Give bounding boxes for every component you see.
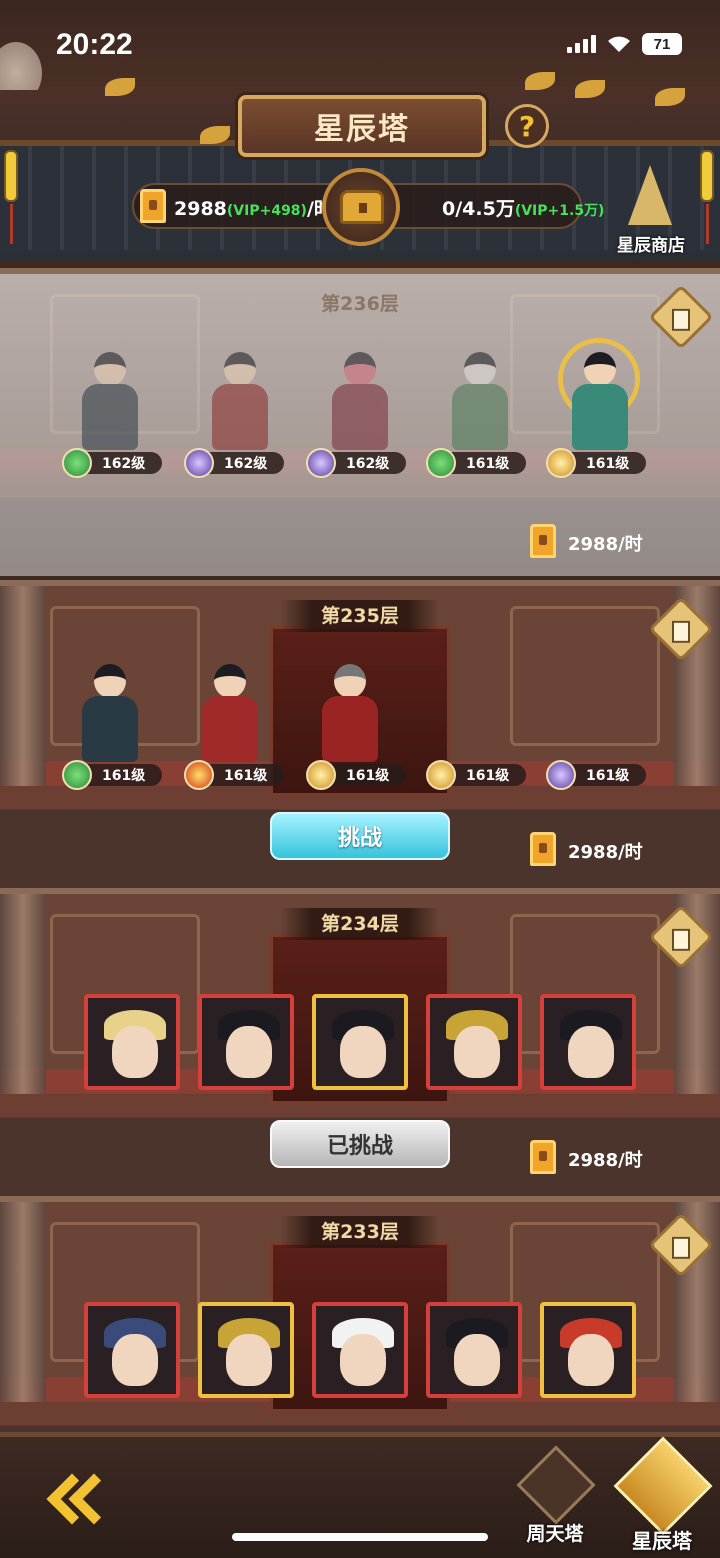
- hero-portrait[interactable]: [198, 1302, 294, 1398]
- hero-portrait[interactable]: [426, 1302, 522, 1398]
- floor-reward-rate: 2988/时: [568, 842, 643, 863]
- pagoda-icon: [628, 165, 672, 225]
- floor-reward: 2988/时: [528, 830, 708, 868]
- hero-portrait[interactable]: [540, 994, 636, 1090]
- hero-portrait[interactable]: [312, 1302, 408, 1398]
- hero-portrait[interactable]: [198, 994, 294, 1090]
- hero-level: 161级: [586, 768, 630, 784]
- challenged-button[interactable]: 已挑战: [270, 1120, 450, 1168]
- enemy-hero[interactable]: [430, 344, 526, 464]
- tab-xingchen-label: 星辰塔: [632, 1529, 692, 1553]
- income-value: 2988: [174, 198, 227, 220]
- challenge-button[interactable]: 挑战: [270, 812, 450, 860]
- zhoutian-tower-icon: [516, 1445, 596, 1525]
- lantern-icon: [700, 150, 714, 244]
- hero-portrait[interactable]: [540, 1302, 636, 1398]
- hero-level: 161级: [102, 768, 146, 784]
- enemy-hero[interactable]: [550, 338, 646, 464]
- hero-level-row: 162级 162级 162级 161级 161级: [62, 448, 662, 478]
- floor-reward-rate: 2988/时: [568, 1150, 643, 1171]
- star-token-icon: [530, 1140, 556, 1174]
- pillar: [0, 894, 46, 1094]
- reward-chest-button[interactable]: [322, 168, 400, 246]
- faction-fire-icon: [184, 760, 214, 790]
- faction-moon-icon: [184, 448, 214, 478]
- floor-reward: 2988/时: [528, 522, 708, 560]
- hero-level: 162级: [102, 456, 146, 472]
- page-title-plaque: 星辰塔: [238, 95, 486, 157]
- faction-sun-icon: [306, 760, 336, 790]
- tab-xingchen-tower[interactable]: 星辰塔: [612, 1436, 713, 1558]
- home-indicator[interactable]: [232, 1533, 488, 1541]
- floor-card[interactable]: 第236层 162级 162级 162级 161级 161级 2988/时: [0, 268, 720, 576]
- floor-reward-rate: 2988/时: [568, 534, 643, 555]
- floor-label: 第236层: [321, 293, 399, 315]
- faction-sun-icon: [426, 760, 456, 790]
- hero-level: 161级: [466, 456, 510, 472]
- income-rate: 2988(VIP+498)/时: [174, 194, 333, 221]
- hero-level: 161级: [466, 768, 510, 784]
- wifi-icon: [608, 36, 630, 52]
- tab-zhoutian-tower[interactable]: 周天塔: [510, 1445, 600, 1551]
- lantern-icon: [4, 150, 18, 244]
- storage-vip-bonus: (VIP+1.5万): [514, 203, 605, 219]
- help-button[interactable]: ?: [505, 104, 549, 148]
- faction-moon-icon: [546, 760, 576, 790]
- hero-portrait[interactable]: [426, 994, 522, 1090]
- hero-level: 161级: [586, 456, 630, 472]
- hero-level-row: 161级 161级 161级 161级 161级: [62, 760, 662, 790]
- hero-portrait[interactable]: [312, 994, 408, 1090]
- floor-reward: 2988/时: [528, 1138, 708, 1176]
- hero-level: 161级: [346, 768, 390, 784]
- hero-portrait[interactable]: [84, 1302, 180, 1398]
- hero-level: 161级: [224, 768, 268, 784]
- faction-nature-icon: [62, 448, 92, 478]
- page-title: 星辰塔: [314, 112, 410, 147]
- hero-portrait-row: [84, 1302, 644, 1398]
- faction-nature-icon: [62, 760, 92, 790]
- enemy-hero[interactable]: [310, 344, 406, 464]
- storage-value: 0/4.5万: [442, 198, 515, 220]
- star-shop-label: 星辰商店: [617, 236, 685, 256]
- enemy-hero[interactable]: [180, 656, 276, 776]
- bottom-navigation: 周天塔 星辰塔: [0, 1432, 720, 1558]
- treasure-chest-icon: [340, 190, 384, 224]
- floor-label: 第234层: [280, 908, 440, 940]
- enemy-hero[interactable]: [300, 656, 396, 776]
- battery-icon: 71: [642, 33, 682, 55]
- star-token-icon: [140, 189, 166, 223]
- enemy-hero[interactable]: [60, 344, 156, 464]
- storage-amount: 0/4.5万(VIP+1.5万): [442, 194, 604, 221]
- status-bar: 20:22 71: [0, 0, 720, 104]
- floor-label: 第233层: [280, 1216, 440, 1248]
- faction-moon-icon: [306, 448, 336, 478]
- cellular-signal-icon: [567, 35, 596, 53]
- star-token-icon: [530, 832, 556, 866]
- pillar: [0, 586, 46, 786]
- tab-zhoutian-label: 周天塔: [526, 1523, 584, 1545]
- status-icons: 71: [567, 33, 682, 55]
- floor-card[interactable]: 第235层 161级 161级 161级 161级 161级 挑战 2988/时: [0, 580, 720, 888]
- faction-nature-icon: [426, 448, 456, 478]
- star-token-icon: [530, 524, 556, 558]
- income-vip-bonus: (VIP+498): [226, 203, 307, 219]
- back-button[interactable]: [40, 1473, 120, 1527]
- floor-label: 第235层: [280, 600, 440, 632]
- floor-card[interactable]: 第234层 已挑战 2988/时: [0, 888, 720, 1196]
- xingchen-tower-icon: [613, 1436, 713, 1536]
- hero-portrait-row: [84, 994, 644, 1090]
- enemy-hero[interactable]: [190, 344, 286, 464]
- status-time: 20:22: [56, 28, 133, 61]
- faction-sun-icon: [546, 448, 576, 478]
- pillar: [0, 1202, 46, 1402]
- star-shop-button[interactable]: 星辰商店: [606, 165, 696, 256]
- hero-portrait[interactable]: [84, 994, 180, 1090]
- enemy-hero[interactable]: [60, 656, 156, 776]
- hero-level: 162级: [224, 456, 268, 472]
- hero-level: 162级: [346, 456, 390, 472]
